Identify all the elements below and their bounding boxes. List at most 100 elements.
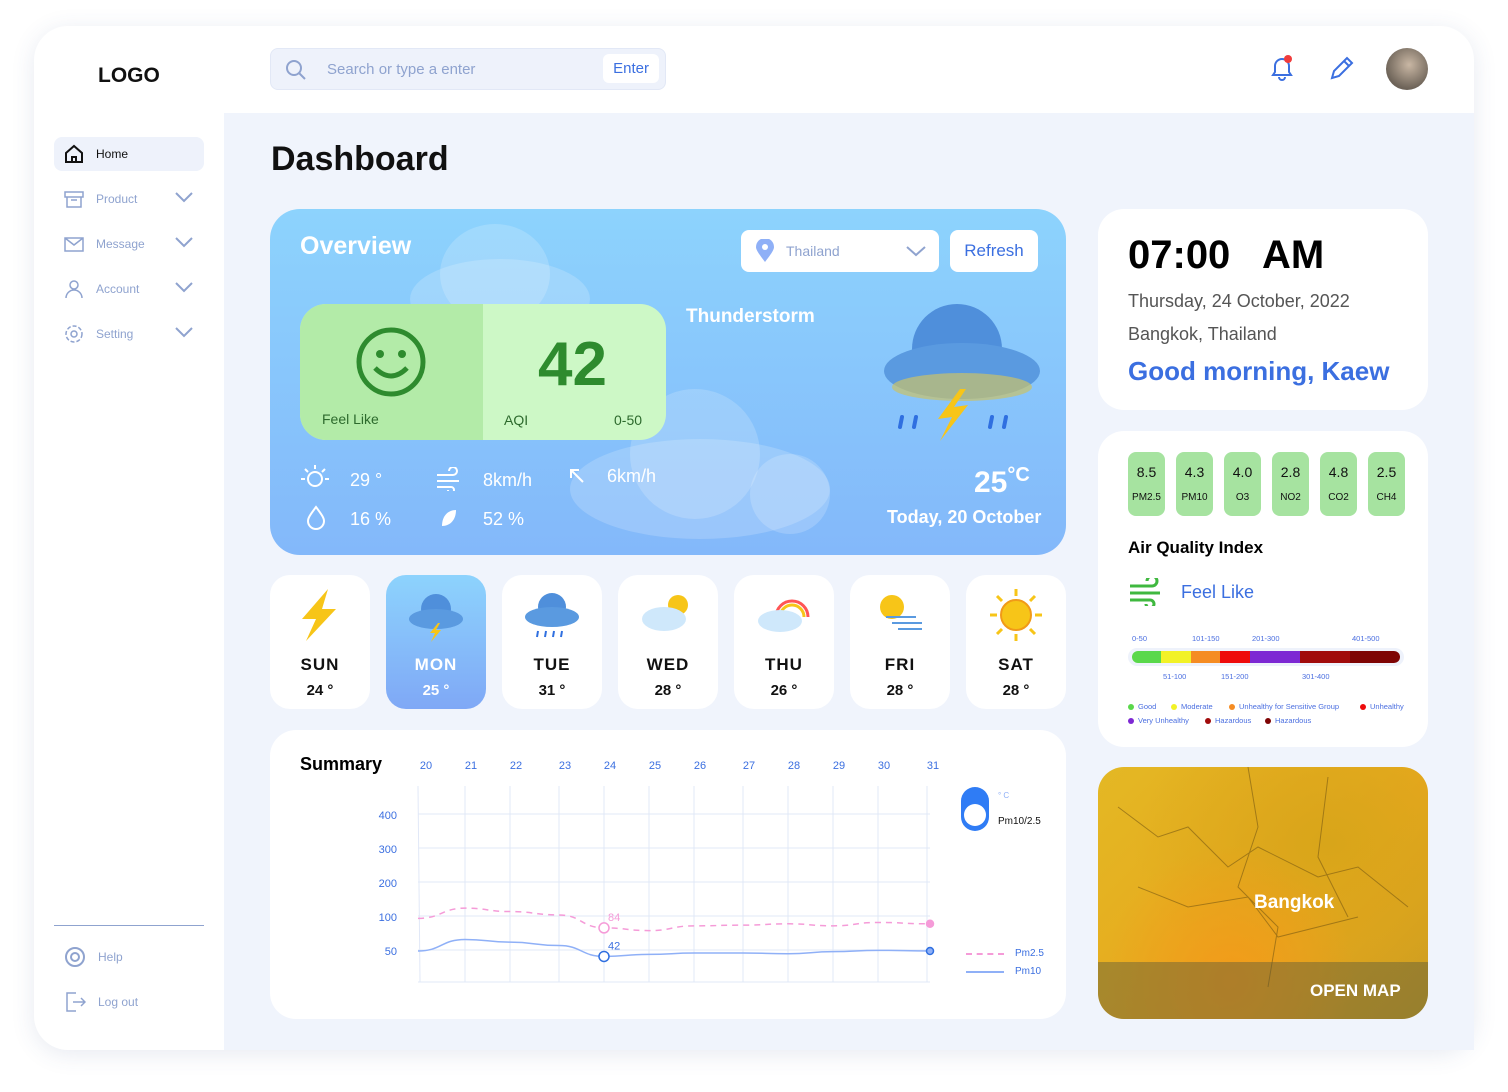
logo: LOGO [98, 64, 160, 87]
avatar[interactable] [1386, 48, 1428, 90]
aqi-range: 0-50 [614, 412, 643, 428]
pollutant-value: 4.8 [1328, 464, 1349, 480]
sidebar-divider [54, 925, 204, 926]
range-label: 301-400 [1302, 672, 1330, 681]
legend-label: Unhealthy [1370, 702, 1404, 711]
wind-value: 8 [483, 470, 494, 490]
sun-icon [990, 589, 1042, 641]
legend-item: Hazardous [1205, 716, 1251, 725]
legend-pm10: Pm10 [1015, 966, 1042, 977]
unit-toggle[interactable] [961, 787, 989, 831]
pollutant-ch4: 2.5 CH4 [1368, 452, 1405, 516]
forecast-day-thu[interactable]: THU 26 ° [734, 575, 834, 709]
aq-title: Air Quality Index [1128, 538, 1264, 557]
forecast-day-sun[interactable]: SUN 24 ° [270, 575, 370, 709]
sun-cloud-icon [301, 465, 329, 487]
legend-pm10-swatch [966, 971, 1004, 973]
refresh-button[interactable]: Refresh [950, 230, 1038, 272]
pollutant-o3: 4.0 O3 [1224, 452, 1261, 516]
rainbow-cloud-icon [758, 599, 810, 632]
range-label: 101-150 [1192, 634, 1220, 643]
chevron-down-icon [175, 237, 193, 248]
chevron-down-icon [906, 246, 926, 257]
sidebar-item-help[interactable]: Help [54, 940, 204, 974]
forecast-day-sat[interactable]: SAT 28 ° [966, 575, 1066, 709]
forecast-temp: 26 ° [770, 682, 798, 699]
legend-label: Hazardous [1215, 716, 1252, 725]
logout-icon [66, 992, 86, 1012]
pencil-icon[interactable] [1328, 54, 1356, 82]
forecast-temp: 28 ° [654, 682, 682, 699]
aqi-label: AQI [504, 412, 529, 428]
sidebar-item-message[interactable]: Message [54, 227, 204, 261]
range-label: 151-200 [1221, 672, 1249, 681]
pollutant-pm10: 4.3 PM10 [1176, 452, 1213, 516]
thunderstorm-icon [409, 594, 463, 642]
pollutant-pm2.5: 8.5 PM2.5 [1128, 452, 1165, 516]
summary-card [270, 730, 1066, 1019]
legend-item: Unhealthy for Sensitive Group [1229, 702, 1339, 711]
condition: Thunderstorm [686, 306, 815, 327]
sun-wind-icon [880, 595, 922, 630]
forecast-day-tue[interactable]: TUE 31 ° [502, 575, 602, 709]
map-card[interactable]: Bangkok OPEN MAP [1098, 767, 1428, 1019]
search-input[interactable]: Search or type a enter Enter [270, 48, 666, 90]
legend-label: Unhealthy for Sensitive Group [1239, 702, 1340, 711]
pollutant-key: PM10 [1181, 492, 1208, 503]
legend-label: Very Unhealthy [1138, 716, 1189, 725]
home-icon [65, 144, 83, 163]
legend-item: Hazardous [1265, 716, 1311, 725]
lightning-icon [302, 589, 336, 641]
temp-stat: 29 ° [350, 470, 383, 490]
range-label: 51-100 [1163, 672, 1187, 681]
search-placeholder: Search or type a enter [327, 61, 476, 78]
open-map-button[interactable]: OPEN MAP [1310, 981, 1401, 1001]
forecast-temp: 28 ° [886, 682, 914, 699]
legend-item: Unhealthy [1360, 702, 1404, 711]
sidebar-item-setting[interactable]: Setting [54, 317, 204, 351]
forecast-day-name: FRI [884, 655, 916, 674]
gust-unit: km/h [617, 466, 657, 486]
current-temp: 25°C [974, 464, 1030, 500]
temp-value: 29 [350, 470, 371, 490]
chevron-down-icon [175, 282, 193, 293]
bell-icon[interactable] [1268, 54, 1296, 82]
forecast-day-fri[interactable]: FRI 28 ° [850, 575, 950, 709]
enter-button[interactable]: Enter [603, 54, 659, 83]
forecast-day-mon[interactable]: MON 25 ° [386, 575, 486, 709]
wind-icon [1130, 578, 1160, 606]
pollutant-value: 4.0 [1232, 464, 1253, 480]
legend-pm25-swatch [966, 953, 1004, 955]
sun-cloud-icon [642, 595, 688, 631]
forecast-day-name: WED [646, 655, 690, 674]
droplet-icon [306, 505, 326, 530]
sidebar-item-product[interactable]: Product [54, 182, 204, 216]
pollutant-key: O3 [1235, 492, 1250, 503]
thunderstorm-icon [884, 304, 1040, 441]
sidebar-item-label: Help [98, 950, 123, 964]
range-label: 0-50 [1132, 634, 1148, 643]
scale-segment [1299, 651, 1350, 663]
pollutant-co2: 4.8 CO2 [1320, 452, 1357, 516]
humidity-value: 16 [350, 509, 371, 529]
clock-time: 07:00 [1128, 233, 1231, 277]
user-icon [65, 280, 83, 299]
sidebar-item-label: Product [96, 192, 138, 206]
sidebar-item-home[interactable]: Home [54, 137, 204, 171]
legend-item: Moderate [1171, 702, 1213, 711]
wind-icon [437, 467, 459, 491]
legend-item: Very Unhealthy [1128, 716, 1189, 725]
lifebuoy-icon [65, 947, 85, 967]
smiley-icon [356, 327, 426, 397]
location-select[interactable]: Thailand [741, 230, 939, 272]
location-value: Thailand [786, 243, 840, 259]
forecast-day-name: THU [765, 655, 803, 674]
sidebar-item-logout[interactable]: Log out [54, 985, 204, 1019]
scale-segment [1249, 651, 1300, 663]
aqi-panel: Feel Like 42 AQI 0-50 [300, 304, 666, 440]
leaf-icon [442, 510, 456, 526]
temp-unit: °C [1007, 464, 1030, 486]
sidebar-item-account[interactable]: Account [54, 272, 204, 306]
range-label: 401-500 [1352, 634, 1380, 643]
forecast-day-wed[interactable]: WED 28 ° [618, 575, 718, 709]
